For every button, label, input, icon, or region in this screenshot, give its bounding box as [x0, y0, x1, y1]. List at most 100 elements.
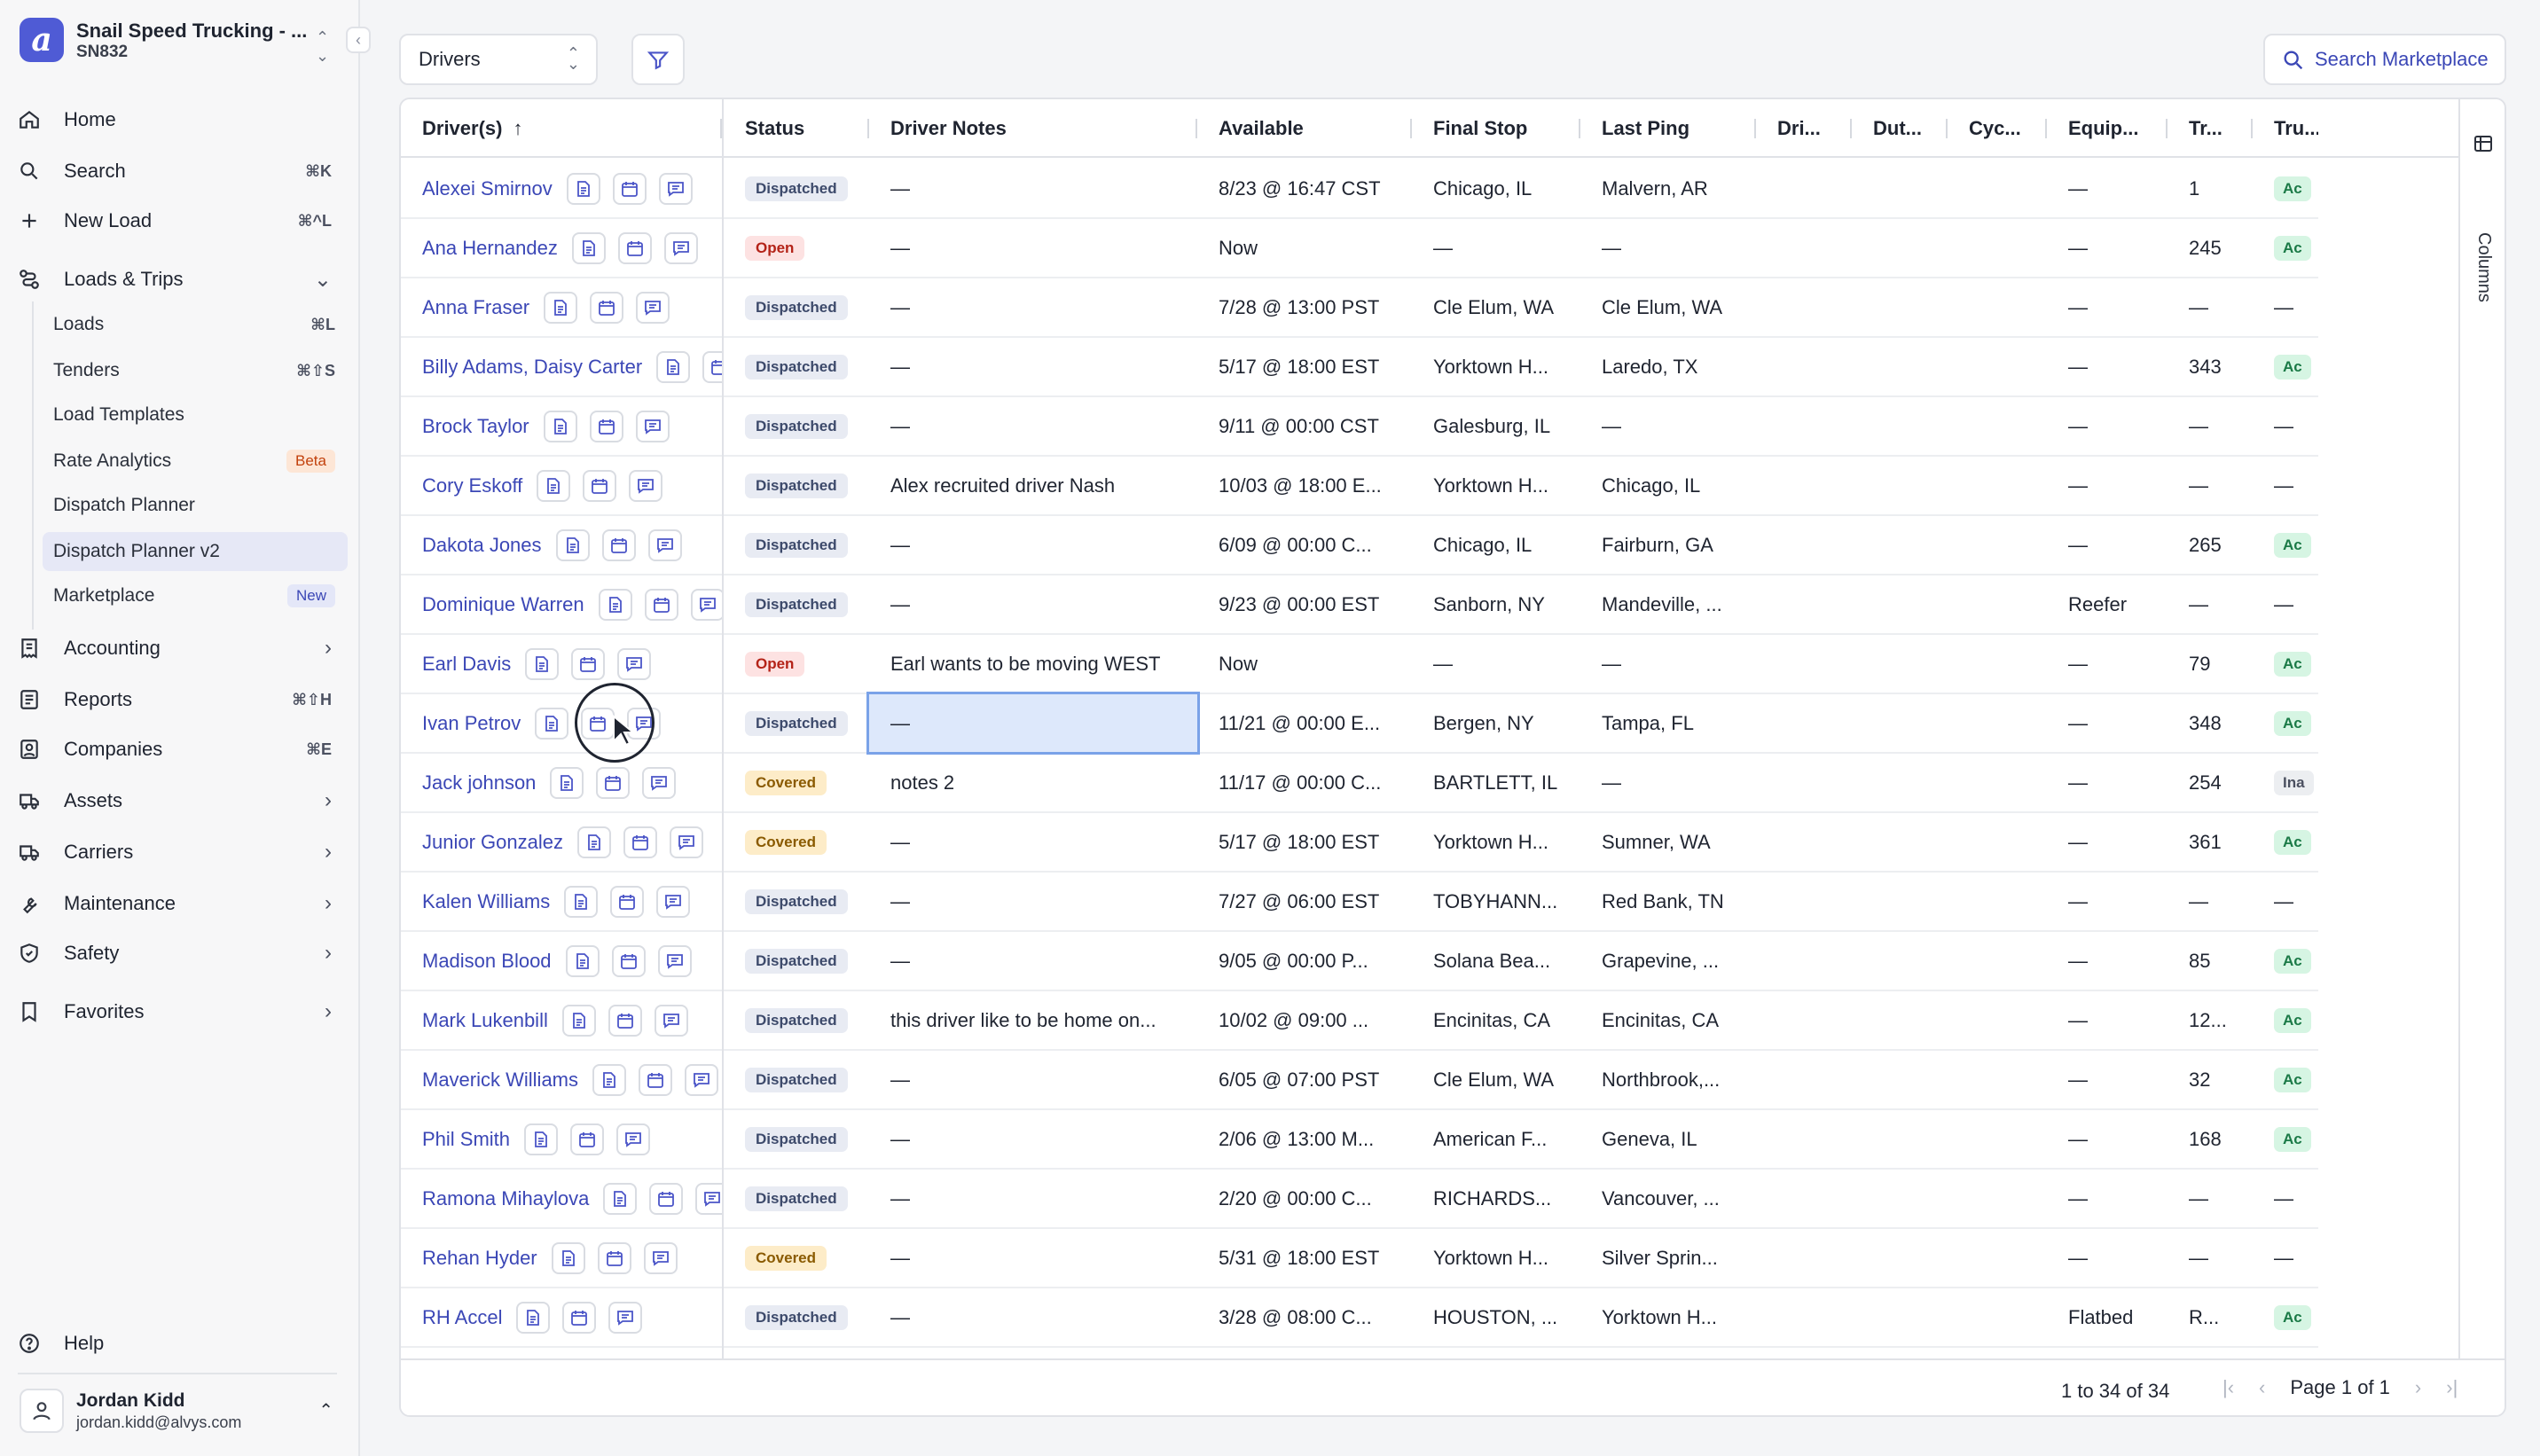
driver-notes-cell[interactable]: —	[869, 813, 1197, 871]
driver-name-link[interactable]: Alexei Smirnov	[422, 177, 553, 200]
table-row[interactable]: Mark Lukenbill Dispatched this driver like…	[401, 991, 2318, 1051]
document-icon[interactable]	[550, 766, 584, 799]
document-icon[interactable]	[592, 1063, 626, 1096]
driver-name-link[interactable]: Cory Eskoff	[422, 474, 522, 497]
document-icon[interactable]	[535, 707, 569, 740]
driver-name-link[interactable]: Brock Taylor	[422, 415, 529, 438]
message-icon[interactable]	[616, 1123, 651, 1155]
user-menu[interactable]: Jordan Kidd jordan.kidd@alvys.com ⌃	[18, 1383, 342, 1440]
document-icon[interactable]	[551, 1241, 585, 1274]
calendar-icon[interactable]	[623, 826, 657, 858]
calendar-icon[interactable]	[597, 1241, 631, 1274]
org-switcher[interactable]: a Snail Speed Trucking - ... SN832 ⌃ ⌄	[20, 16, 339, 66]
sub-item-load-templates[interactable]: Load Templates	[43, 395, 348, 434]
table-row[interactable]: Jack johnson Covered notes 2 11/17 @ 00:00 …	[401, 754, 2318, 813]
column-header-tru[interactable]: Tru...	[2253, 99, 2318, 158]
driver-name-link[interactable]: Earl Davis	[422, 653, 511, 676]
driver-notes-cell[interactable]: Earl wants to be moving WEST	[869, 635, 1197, 693]
document-icon[interactable]	[555, 528, 590, 561]
table-row[interactable]: Dakota Jones Dispatched — 6/09 @ 00:00 C...…	[401, 516, 2318, 575]
column-header-dri[interactable]: Dri...	[1756, 99, 1852, 158]
message-icon[interactable]	[636, 291, 670, 324]
driver-notes-cell[interactable]: Alex recruited driver Nash	[869, 457, 1197, 514]
table-row[interactable]: Cory Eskoff Dispatched Alex recruited driv…	[401, 457, 2318, 516]
document-icon[interactable]	[561, 1004, 596, 1037]
driver-notes-cell[interactable]: —	[869, 1051, 1197, 1108]
driver-name-link[interactable]: Phil Smith	[422, 1128, 510, 1151]
sub-item-marketplace[interactable]: Marketplace New	[43, 576, 348, 615]
table-row[interactable]: Rehan Hyder Covered — 5/31 @ 18:00 EST Yorkt…	[401, 1229, 2318, 1288]
message-icon[interactable]	[635, 410, 670, 442]
message-icon[interactable]	[669, 826, 703, 858]
driver-notes-cell[interactable]: —	[869, 278, 1197, 336]
search-marketplace-button[interactable]: Search Marketplace	[2263, 34, 2506, 85]
message-icon[interactable]	[654, 1004, 688, 1037]
calendar-icon[interactable]	[644, 588, 678, 621]
document-icon[interactable]	[566, 172, 600, 205]
nav-companies[interactable]: Companies ⌘E	[18, 729, 342, 770]
driver-name-link[interactable]: Rehan Hyder	[422, 1247, 537, 1270]
driver-name-link[interactable]: Kalen Williams	[422, 890, 550, 913]
driver-notes-cell[interactable]: —	[869, 219, 1197, 277]
sub-item-rate-analytics[interactable]: Rate Analytics Beta	[43, 442, 348, 481]
driver-notes-cell[interactable]: —	[869, 338, 1197, 395]
driver-notes-cell[interactable]: —	[869, 575, 1197, 633]
sub-item-tenders[interactable]: Tenders ⌘⇧S	[43, 351, 348, 390]
message-icon[interactable]	[617, 647, 652, 680]
driver-name-link[interactable]: Maverick Williams	[422, 1069, 578, 1092]
driver-notes-cell[interactable]: —	[866, 692, 1200, 755]
column-header-available[interactable]: Available	[1197, 99, 1412, 158]
table-row[interactable]: Brock Taylor Dispatched — 9/11 @ 00:00 CST G…	[401, 397, 2318, 457]
calendar-icon[interactable]	[571, 647, 606, 680]
table-row[interactable]: Phil Smith Dispatched — 2/06 @ 13:00 M... Am…	[401, 1110, 2318, 1170]
calendar-icon[interactable]	[562, 1301, 597, 1334]
document-icon[interactable]	[564, 885, 599, 918]
filter-button[interactable]	[631, 34, 685, 85]
driver-name-link[interactable]: Ivan Petrov	[422, 712, 521, 735]
driver-name-link[interactable]: Junior Gonzalez	[422, 831, 563, 854]
message-icon[interactable]	[643, 1241, 678, 1274]
column-header-status[interactable]: Status	[724, 99, 869, 158]
column-header-driver-notes[interactable]: Driver Notes	[869, 99, 1197, 158]
calendar-icon[interactable]	[612, 172, 647, 205]
sub-item-loads[interactable]: Loads ⌘L	[43, 305, 348, 344]
document-icon[interactable]	[544, 291, 578, 324]
table-row[interactable]: Ana Hernandez Open — Now — — — 245 Ac	[401, 219, 2318, 278]
driver-notes-cell[interactable]: —	[869, 1170, 1197, 1227]
document-icon[interactable]	[524, 1123, 559, 1155]
calendar-icon[interactable]	[649, 1182, 684, 1215]
driver-notes-cell[interactable]: notes 2	[869, 754, 1197, 811]
first-page-icon[interactable]: |‹	[2222, 1376, 2234, 1399]
sub-item-dispatch-planner[interactable]: Dispatch Planner	[43, 486, 348, 525]
document-icon[interactable]	[516, 1301, 551, 1334]
table-row[interactable]: Billy Adams, Daisy Carter Dispatched — 5/17…	[401, 338, 2318, 397]
document-icon[interactable]	[598, 588, 632, 621]
column-header-dut[interactable]: Dut...	[1852, 99, 1948, 158]
driver-notes-cell[interactable]: —	[869, 1229, 1197, 1287]
driver-notes-cell[interactable]: —	[869, 1288, 1197, 1346]
message-icon[interactable]	[690, 588, 722, 621]
table-row[interactable]: Madison Blood Dispatched — 9/05 @ 00:00 P..…	[401, 932, 2318, 991]
nav-loads-trips[interactable]: Loads & Trips ⌄	[18, 259, 342, 300]
table-row[interactable]: Kalen Williams Dispatched — 7/27 @ 06:00 ES…	[401, 873, 2318, 932]
calendar-icon[interactable]	[610, 885, 645, 918]
nav-new-load[interactable]: New Load ⌘^L	[18, 200, 342, 241]
column-header-tr[interactable]: Tr...	[2168, 99, 2253, 158]
driver-name-link[interactable]: Anna Fraser	[422, 296, 529, 319]
message-icon[interactable]	[657, 944, 692, 977]
column-header-equip[interactable]: Equip...	[2047, 99, 2168, 158]
message-icon[interactable]	[647, 528, 682, 561]
nav-home[interactable]: Home	[18, 99, 342, 140]
nav-favorites[interactable]: Favorites ›	[18, 991, 342, 1032]
nav-assets[interactable]: Assets ›	[18, 780, 342, 821]
driver-name-link[interactable]: Dominique Warren	[422, 593, 584, 616]
driver-name-link[interactable]: Jack johnson	[422, 771, 536, 795]
table-row[interactable]: RH Accel Dispatched — 3/28 @ 08:00 C... HOUS…	[401, 1288, 2318, 1348]
document-icon[interactable]	[537, 469, 571, 502]
message-icon[interactable]	[685, 1063, 718, 1096]
nav-help[interactable]: Help	[18, 1323, 342, 1364]
document-icon[interactable]	[525, 647, 560, 680]
driver-notes-cell[interactable]: —	[869, 1110, 1197, 1168]
driver-notes-cell[interactable]: —	[869, 873, 1197, 930]
collapse-sidebar-button[interactable]: ‹	[346, 27, 371, 53]
